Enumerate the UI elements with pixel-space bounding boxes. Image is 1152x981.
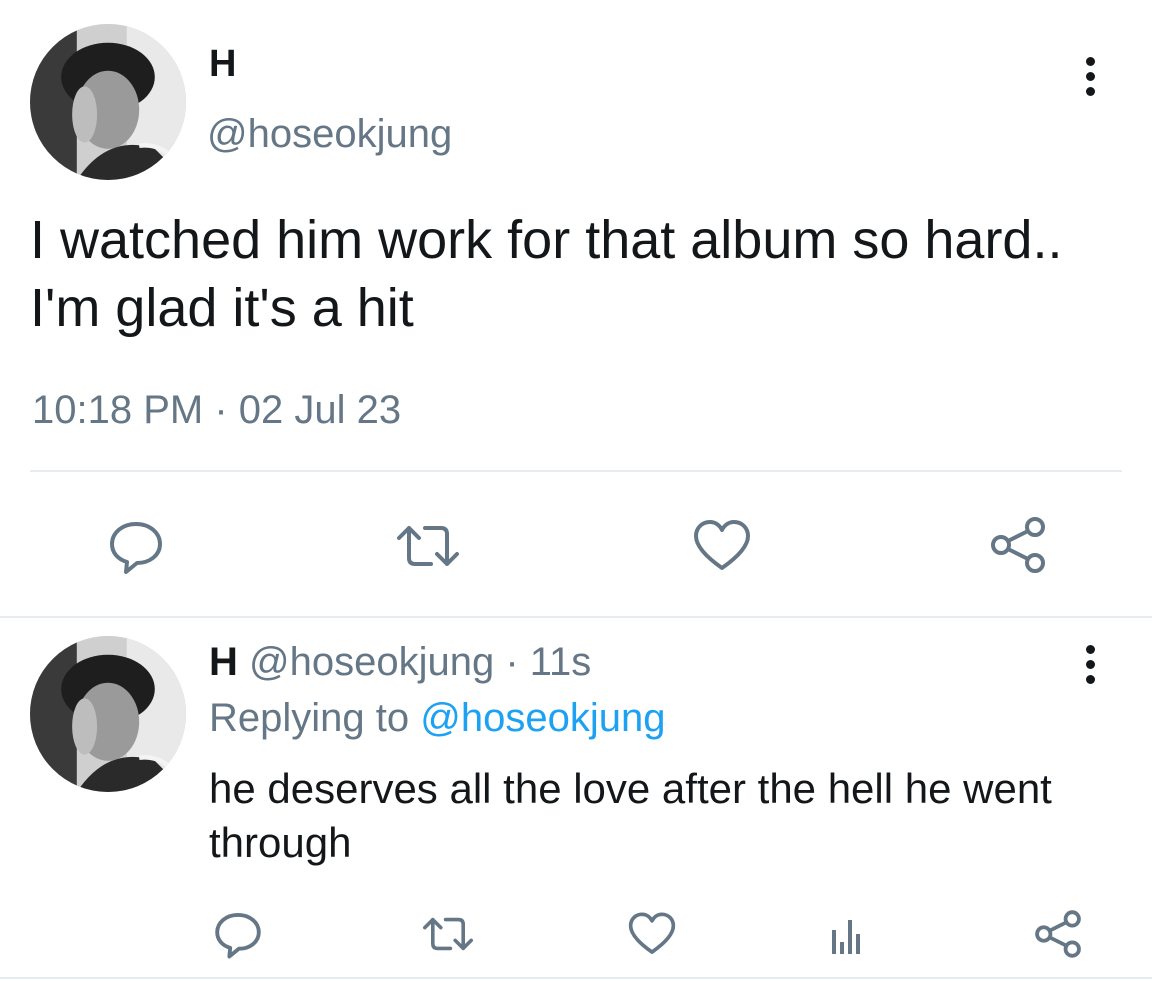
tweet-timestamp[interactable]: 10:18 PM · 02 Jul 23 (32, 386, 401, 434)
reply-tweet[interactable]: H @hoseokjung · 11s Replying to @hoseokj… (0, 618, 1152, 981)
reply-button[interactable] (210, 906, 266, 962)
divider (0, 977, 1152, 979)
stats-button[interactable] (826, 908, 870, 964)
dot (1085, 72, 1095, 81)
dot (1085, 675, 1095, 684)
reply-button[interactable] (104, 514, 168, 578)
share-button[interactable] (986, 512, 1050, 578)
speech-bubble-icon (110, 522, 162, 574)
dot (1085, 660, 1095, 669)
dot (1085, 57, 1095, 66)
user-handle[interactable]: @hoseokjung (249, 640, 494, 684)
bar-stats-icon (832, 920, 860, 954)
heart-icon (628, 912, 676, 954)
like-button[interactable] (690, 514, 754, 578)
retweet-arrows-icon (423, 917, 473, 951)
share-nodes-icon (1035, 910, 1081, 958)
divider (30, 470, 1122, 472)
dot (1085, 87, 1095, 96)
avatar[interactable] (30, 636, 186, 792)
retweet-arrows-icon (397, 526, 459, 566)
heart-icon (694, 520, 750, 570)
mention-link[interactable]: @hoseokjung (420, 696, 665, 740)
replying-to: Replying to @hoseokjung (209, 694, 665, 742)
user-handle[interactable]: @hoseokjung (207, 110, 452, 158)
like-button[interactable] (624, 906, 680, 962)
reply-header: H @hoseokjung · 11s (209, 638, 591, 686)
speech-bubble-icon (215, 912, 261, 959)
avatar-photo (30, 24, 186, 180)
tweet-text: I watched him work for that album so har… (30, 210, 1063, 338)
avatar-photo (30, 636, 186, 792)
replying-prefix: Replying to (209, 696, 421, 740)
relative-time[interactable]: 11s (530, 640, 592, 684)
more-options-icon[interactable] (1075, 645, 1105, 684)
tweet-text: he deserves all the love after the hell … (209, 765, 1052, 866)
separator: · (494, 640, 530, 684)
share-nodes-icon (991, 517, 1045, 573)
more-options-icon[interactable] (1075, 57, 1105, 96)
retweet-button[interactable] (392, 514, 464, 578)
share-button[interactable] (1030, 904, 1086, 964)
display-name[interactable]: H (209, 42, 236, 86)
retweet-button[interactable] (420, 908, 476, 960)
display-name[interactable]: H (209, 640, 238, 684)
dot (1085, 645, 1095, 654)
main-tweet: H @hoseokjung I watched him work for tha… (0, 0, 1152, 618)
avatar[interactable] (30, 24, 186, 180)
